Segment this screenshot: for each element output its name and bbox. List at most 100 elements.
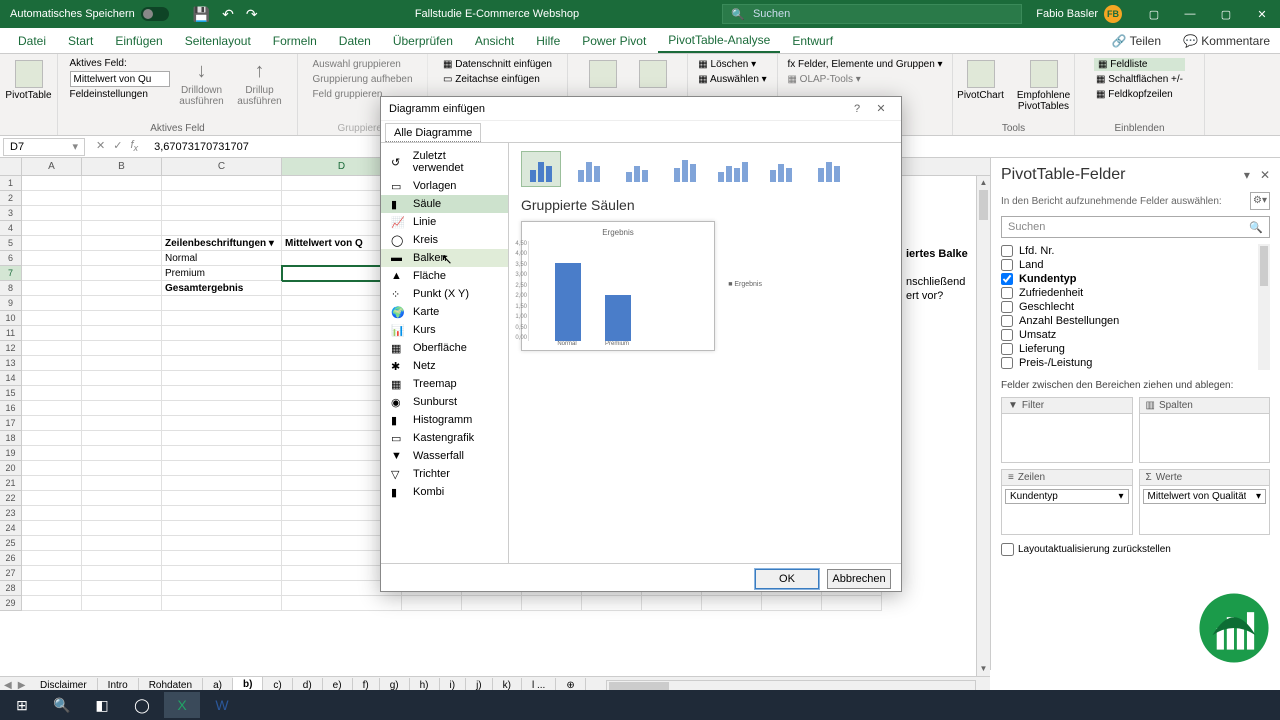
columns-area[interactable]: ▥ Spalten — [1139, 397, 1271, 463]
cell[interactable] — [162, 506, 282, 521]
row-2[interactable]: 2 — [0, 191, 22, 206]
tab-start[interactable]: Start — [58, 30, 103, 52]
start-button[interactable]: ⊞ — [4, 692, 40, 718]
change-source-button[interactable] — [631, 58, 675, 90]
cell[interactable] — [82, 266, 162, 281]
cell[interactable] — [22, 416, 82, 431]
field-Lfd. Nr.[interactable]: Lfd. Nr. — [1001, 244, 1270, 258]
cell[interactable] — [82, 206, 162, 221]
tab-daten[interactable]: Daten — [329, 30, 381, 52]
cell[interactable] — [162, 296, 282, 311]
cell[interactable] — [162, 566, 282, 581]
chart-cat-flche[interactable]: ▲Fläche — [381, 267, 508, 285]
values-area[interactable]: Σ Werte Mittelwert von Qualität▾ — [1139, 469, 1271, 535]
row-20[interactable]: 20 — [0, 461, 22, 476]
cortana-icon[interactable]: ◯ — [124, 692, 160, 718]
chart-cat-balken[interactable]: ▬Balken — [381, 249, 508, 267]
undo-icon[interactable]: ↶ — [222, 6, 234, 23]
defer-layout[interactable]: Layoutaktualisierung zurückstellen — [1001, 543, 1270, 556]
row-5[interactable]: 5 — [0, 236, 22, 251]
cell[interactable] — [462, 596, 522, 611]
recommended-button[interactable]: Empfohlene PivotTables — [1014, 58, 1074, 114]
cell[interactable] — [22, 296, 82, 311]
rows-area[interactable]: ≡ Zeilen Kundentyp▾ — [1001, 469, 1133, 535]
cell[interactable] — [82, 191, 162, 206]
subtype-0[interactable] — [521, 151, 561, 187]
cancel-button[interactable]: Abbrechen — [827, 569, 891, 589]
cell[interactable] — [162, 431, 282, 446]
fx-icon[interactable]: fx — [130, 139, 138, 153]
name-box[interactable]: D7▾ — [3, 138, 85, 156]
excel-taskbar-icon[interactable]: X — [164, 692, 200, 718]
chart-cat-treemap[interactable]: ▦Treemap — [381, 375, 508, 393]
tab-all-charts[interactable]: Alle Diagramme — [385, 123, 481, 142]
col-B[interactable]: B — [82, 158, 162, 175]
cell[interactable] — [82, 506, 162, 521]
cell[interactable] — [22, 236, 82, 251]
redo-icon[interactable]: ↷ — [246, 6, 258, 23]
cell[interactable] — [82, 566, 162, 581]
cell[interactable] — [162, 191, 282, 206]
chart-cat-kurs[interactable]: 📊Kurs — [381, 321, 508, 339]
cell[interactable] — [22, 311, 82, 326]
row-22[interactable]: 22 — [0, 491, 22, 506]
field-Anzahl Bestellungen[interactable]: Anzahl Bestellungen — [1001, 314, 1270, 328]
cell[interactable] — [162, 581, 282, 596]
row-4[interactable]: 4 — [0, 221, 22, 236]
cell[interactable] — [82, 296, 162, 311]
tab-formeln[interactable]: Formeln — [263, 30, 327, 52]
tab-power pivot[interactable]: Power Pivot — [572, 30, 656, 52]
cell[interactable] — [22, 581, 82, 596]
cell[interactable] — [22, 371, 82, 386]
row-28[interactable]: 28 — [0, 581, 22, 596]
row-18[interactable]: 18 — [0, 431, 22, 446]
pivotchart-button[interactable]: PivotChart — [954, 58, 1008, 103]
cell[interactable] — [162, 401, 282, 416]
chart-cat-karte[interactable]: 🌍Karte — [381, 303, 508, 321]
cell[interactable] — [162, 386, 282, 401]
cell[interactable] — [82, 176, 162, 191]
cell[interactable] — [22, 266, 82, 281]
cancel-formula-icon[interactable]: ✕ — [96, 139, 105, 153]
ribbon-options-icon[interactable]: ▢ — [1136, 0, 1172, 28]
cell[interactable] — [82, 461, 162, 476]
tab-pivottable-analyse[interactable]: PivotTable-Analyse — [658, 29, 780, 53]
chart-cat-kombi[interactable]: ▮Kombi — [381, 483, 508, 501]
tab-ansicht[interactable]: Ansicht — [465, 30, 524, 52]
cell[interactable] — [162, 476, 282, 491]
insert-timeline[interactable]: ▭ Zeitachse einfügen — [441, 73, 554, 86]
cell[interactable] — [22, 506, 82, 521]
row-13[interactable]: 13 — [0, 356, 22, 371]
select-all-corner[interactable] — [0, 158, 22, 175]
rows-item[interactable]: Kundentyp▾ — [1005, 489, 1129, 504]
cell[interactable] — [162, 326, 282, 341]
chart-cat-zuletztverwendet[interactable]: ↺Zuletzt verwendet — [381, 147, 508, 177]
cell[interactable] — [22, 341, 82, 356]
chart-cat-punktxy[interactable]: ⁘Punkt (X Y) — [381, 285, 508, 303]
chart-cat-kreis[interactable]: ◯Kreis — [381, 231, 508, 249]
fieldlist-button[interactable]: ▦ Feldliste — [1094, 58, 1185, 71]
cell[interactable] — [82, 521, 162, 536]
row-29[interactable]: 29 — [0, 596, 22, 611]
cell[interactable] — [22, 191, 82, 206]
cell[interactable] — [282, 596, 402, 611]
select-button[interactable]: ▦ Auswählen ▾ — [696, 73, 768, 86]
vertical-scrollbar[interactable]: ▲▼ — [976, 176, 990, 676]
tab-überprüfen[interactable]: Überprüfen — [383, 30, 463, 52]
cell[interactable] — [82, 551, 162, 566]
chart-cat-trichter[interactable]: ▽Trichter — [381, 465, 508, 483]
chart-cat-kastengrafik[interactable]: ▭Kastengrafik — [381, 429, 508, 447]
cell[interactable] — [22, 566, 82, 581]
field-settings-button[interactable]: Feldeinstellungen — [70, 89, 170, 100]
field-Kundentyp[interactable]: Kundentyp — [1001, 272, 1270, 286]
buttons-button[interactable]: ▦ Schaltflächen +/- — [1094, 73, 1185, 86]
cell[interactable] — [82, 401, 162, 416]
fieldpane-gear-icon[interactable]: ⚙▾ — [1250, 192, 1270, 210]
close-icon[interactable]: ✕ — [1244, 0, 1280, 28]
cell[interactable] — [162, 356, 282, 371]
cell[interactable] — [162, 446, 282, 461]
row-23[interactable]: 23 — [0, 506, 22, 521]
cell[interactable] — [162, 521, 282, 536]
subtype-3[interactable] — [665, 151, 705, 187]
row-9[interactable]: 9 — [0, 296, 22, 311]
